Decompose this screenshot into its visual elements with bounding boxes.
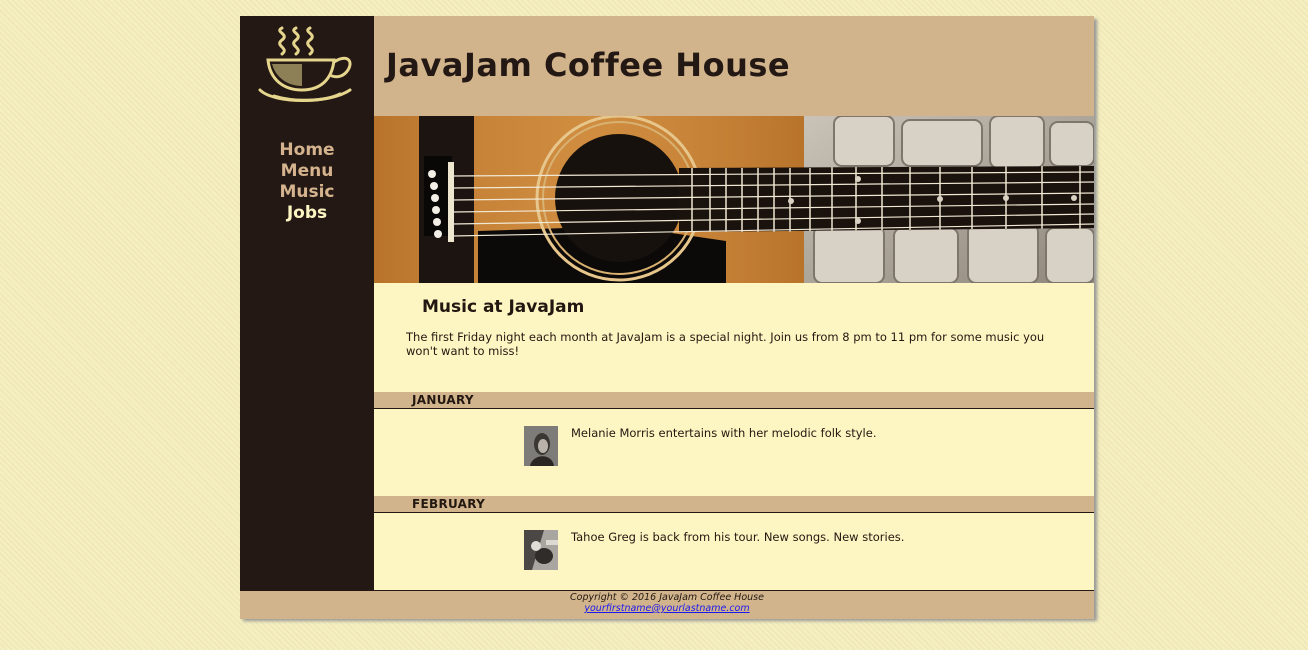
- nav-home-link[interactable]: Home: [240, 140, 374, 161]
- page-wrapper: Home Menu Music Jobs JavaJam Coffee Hous…: [240, 16, 1094, 619]
- main-nav: Home Menu Music Jobs: [240, 140, 374, 224]
- month-header-february: FEBRUARY: [374, 496, 1094, 513]
- site-header: JavaJam Coffee House: [374, 16, 1094, 116]
- copyright-text: Copyright © 2016 JavaJam Coffee House: [570, 592, 764, 603]
- tahoe-greg-thumbnail[interactable]: [524, 530, 558, 570]
- contact-email-link[interactable]: yourfirstname@yourlastname.com: [240, 603, 1094, 614]
- melanie-morris-thumbnail[interactable]: [524, 426, 558, 466]
- nav-menu-link[interactable]: Menu: [240, 161, 374, 182]
- month-header-january: JANUARY: [374, 392, 1094, 409]
- month-label: FEBRUARY: [412, 497, 486, 511]
- main-content: Music at JavaJam The first Friday night …: [374, 283, 1094, 590]
- site-title: JavaJam Coffee House: [386, 46, 791, 84]
- event-description-january: Melanie Morris entertains with her melod…: [571, 426, 877, 440]
- hero-guitar-image: [374, 116, 1094, 283]
- site-footer: Copyright © 2016 JavaJam Coffee House yo…: [240, 590, 1094, 619]
- event-description-february: Tahoe Greg is back from his tour. New so…: [571, 530, 905, 544]
- nav-jobs-link[interactable]: Jobs: [240, 203, 374, 224]
- page-heading: Music at JavaJam: [422, 297, 585, 317]
- month-label: JANUARY: [412, 393, 474, 407]
- nav-music-link[interactable]: Music: [240, 182, 374, 203]
- intro-paragraph: The first Friday night each month at Jav…: [406, 330, 1045, 358]
- sidebar: Home Menu Music Jobs: [240, 16, 374, 590]
- coffee-cup-logo-icon: [258, 26, 352, 102]
